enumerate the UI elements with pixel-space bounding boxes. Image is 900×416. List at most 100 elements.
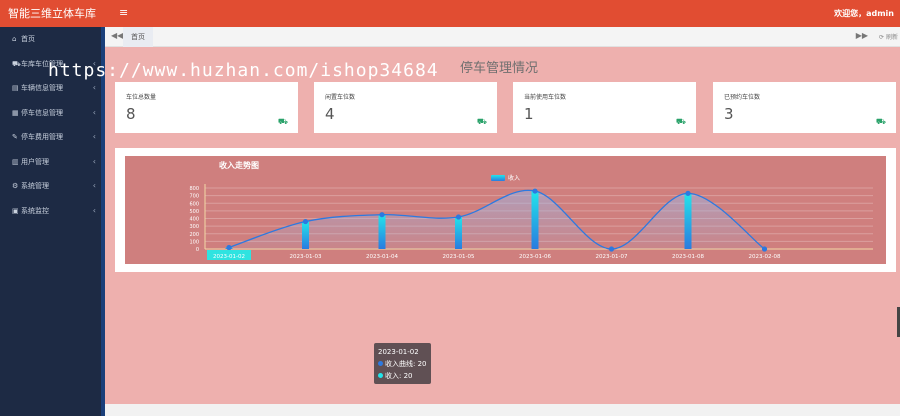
car-icon: ⛟ bbox=[277, 117, 288, 126]
menu-icon: ▣ bbox=[12, 206, 19, 215]
x-tick-label: 2023-02-08 bbox=[749, 254, 781, 260]
card-used-spaces: 当前使用车位数 1 ⛟ bbox=[513, 82, 696, 133]
sidebar-item-7[interactable]: ▣ 系统监控 ‹ bbox=[0, 199, 105, 224]
point-2023-01-06 bbox=[532, 188, 538, 194]
chevron-left-icon: ‹ bbox=[92, 107, 96, 117]
sidebar-item-0[interactable]: ⌂ 首页 bbox=[0, 27, 105, 52]
card-value: 4 bbox=[325, 105, 335, 123]
bar-2023-01-05 bbox=[455, 216, 462, 249]
sidebar-item-5[interactable]: ▥ 用户管理 ‹ bbox=[0, 150, 105, 175]
y-tick-label: 100 bbox=[189, 239, 199, 245]
card-idle-spaces: 闲置车位数 4 ⛟ bbox=[314, 82, 497, 133]
card-reserved-spaces: 已预约车位数 3 ⛟ bbox=[713, 82, 896, 133]
y-tick-label: 800 bbox=[189, 186, 199, 192]
chart-title: 收入走势图 bbox=[219, 160, 259, 170]
sidebar-item-label: 用户管理 bbox=[21, 157, 49, 166]
legend-swatch bbox=[491, 175, 505, 181]
bar-2023-01-06 bbox=[531, 191, 539, 249]
x-tick-label: 2023-01-05 bbox=[443, 254, 475, 260]
menu-icon: ⌂ bbox=[12, 35, 17, 43]
menu-icon: ▦ bbox=[12, 108, 19, 117]
sidebar-item-label: 首页 bbox=[21, 35, 35, 43]
app-title[interactable]: 智能三维立体车库 bbox=[0, 0, 105, 27]
card-label: 车位总数量 bbox=[126, 94, 157, 101]
x-tick-label: 2023-01-06 bbox=[519, 254, 551, 260]
sidebar-item-label: 车辆信息管理 bbox=[21, 84, 63, 92]
menu-icon: ▤ bbox=[12, 84, 19, 92]
y-tick-label: 400 bbox=[189, 217, 199, 223]
x-tick-label: 2023-01-08 bbox=[672, 254, 704, 260]
y-tick-label: 0 bbox=[196, 247, 199, 253]
card-value: 3 bbox=[724, 105, 734, 123]
user-greeting[interactable]: 欢迎您，admin bbox=[834, 8, 894, 19]
y-tick-label: 500 bbox=[189, 209, 199, 215]
series-dot-icon bbox=[378, 373, 383, 378]
tooltip-title: 2023-01-02 bbox=[378, 348, 419, 356]
card-total-spaces: 车位总数量 8 ⛟ bbox=[115, 82, 298, 133]
bar-2023-01-04 bbox=[378, 214, 386, 249]
income-chart-panel: 收入走势图收入 0 100 200 300 400 500 600 700 800 2023-01-… bbox=[115, 148, 896, 384]
x-tick-label: 2023-01-03 bbox=[290, 254, 322, 260]
sidebar-item-label: 停车费用管理 bbox=[21, 133, 63, 141]
car-icon: ⛟ bbox=[675, 117, 686, 126]
menu-icon: ⚙ bbox=[12, 182, 19, 190]
sidebar-item-4[interactable]: ✎ 停车费用管理 ‹ bbox=[0, 125, 105, 150]
legend-label: 收入 bbox=[508, 174, 520, 182]
chevron-left-icon: ‹ bbox=[92, 205, 96, 215]
income-chart: 收入走势图收入 0 100200 300400 500 600700 800 2023-01-… bbox=[125, 156, 886, 264]
point-2023-01-07 bbox=[608, 246, 615, 252]
chevron-left-icon: ‹ bbox=[92, 156, 96, 166]
tooltip-row-name: 收入 bbox=[385, 372, 399, 380]
bar-2023-01-08 bbox=[684, 193, 692, 249]
y-tick-label: 300 bbox=[189, 224, 199, 230]
x-tick-label: 2023-01-02 bbox=[213, 254, 245, 260]
bars-icon[interactable]: ≡ bbox=[119, 6, 128, 19]
top-bar: ≡ 欢迎您，admin bbox=[105, 0, 900, 27]
sidebar-menu: ⌂ 首页 ⛟车库车位管理 ‹ ▤ 车辆信息管理 ‹ ▦ 停车信息管理 ‹ ✎ 停车费用管理 ‹ ▥ 用户管理… bbox=[0, 27, 105, 223]
tab-home[interactable]: 首页 bbox=[123, 27, 153, 47]
series-dot-icon bbox=[378, 361, 383, 366]
menu-icon: ▥ bbox=[12, 157, 19, 166]
point-2023-01-05 bbox=[455, 214, 462, 220]
chevron-left-icon: ‹ bbox=[92, 132, 96, 141]
y-tick-label: 200 bbox=[189, 232, 199, 238]
tab-bar: ◀◀ 首页 ▶▶ ⟳ 刷新 bbox=[105, 27, 900, 47]
chevron-left-icon: ‹ bbox=[92, 181, 96, 190]
tab-scroll-left-icon[interactable]: ◀◀ bbox=[111, 31, 123, 40]
card-label: 已预约车位数 bbox=[724, 94, 761, 101]
menu-icon: ✎ bbox=[12, 133, 18, 141]
refresh-button[interactable]: ⟳ 刷新 bbox=[879, 32, 898, 41]
point-2023-01-08 bbox=[685, 190, 691, 196]
tab-scroll-right-icon[interactable]: ▶▶ bbox=[856, 31, 868, 40]
tooltip-row-name: 收入曲线 bbox=[385, 360, 413, 368]
point-2023-01-04 bbox=[379, 212, 385, 218]
point-2023-01-03 bbox=[302, 218, 309, 225]
bar-2023-01-03 bbox=[302, 221, 309, 249]
point-2023-01-02 bbox=[226, 244, 232, 251]
car-icon: ⛟ bbox=[476, 117, 487, 126]
sidebar-item-6[interactable]: ⚙ 系统管理 ‹ bbox=[0, 174, 105, 199]
menu-icon: ⛟ bbox=[12, 59, 21, 68]
card-label: 闲置车位数 bbox=[325, 94, 356, 101]
watermark-text: https://www.huzhan.com/ishop34684 bbox=[48, 60, 439, 81]
point-2023-02-08 bbox=[761, 246, 768, 252]
tooltip-row-value: 20 bbox=[403, 372, 413, 380]
page-title: 停车管理情况 bbox=[460, 61, 539, 76]
sidebar-item-3[interactable]: ▦ 停车信息管理 ‹ bbox=[0, 101, 105, 126]
sidebar-item-label: 系统管理 bbox=[21, 182, 49, 190]
card-value: 8 bbox=[126, 105, 136, 123]
x-tick-label: 2023-01-04 bbox=[366, 254, 398, 260]
y-tick-label: 600 bbox=[189, 201, 199, 207]
car-icon: ⛟ bbox=[875, 117, 886, 126]
tooltip-row-line: 收入曲线: 20 bbox=[378, 358, 427, 370]
x-tick-label: 2023-01-07 bbox=[596, 254, 628, 260]
card-label: 当前使用车位数 bbox=[524, 94, 567, 101]
refresh-label: 刷新 bbox=[885, 34, 898, 41]
tooltip-row-bar: 收入: 20 bbox=[378, 370, 427, 382]
y-tick-label: 700 bbox=[189, 194, 199, 200]
chart-tooltip: 2023-01-02 收入曲线: 20 收入: 20 bbox=[374, 343, 431, 384]
sidebar-item-label: 系统监控 bbox=[21, 206, 49, 215]
footer-strip bbox=[105, 404, 900, 416]
sidebar-item-label: 停车信息管理 bbox=[21, 108, 63, 117]
card-value: 1 bbox=[524, 105, 534, 123]
